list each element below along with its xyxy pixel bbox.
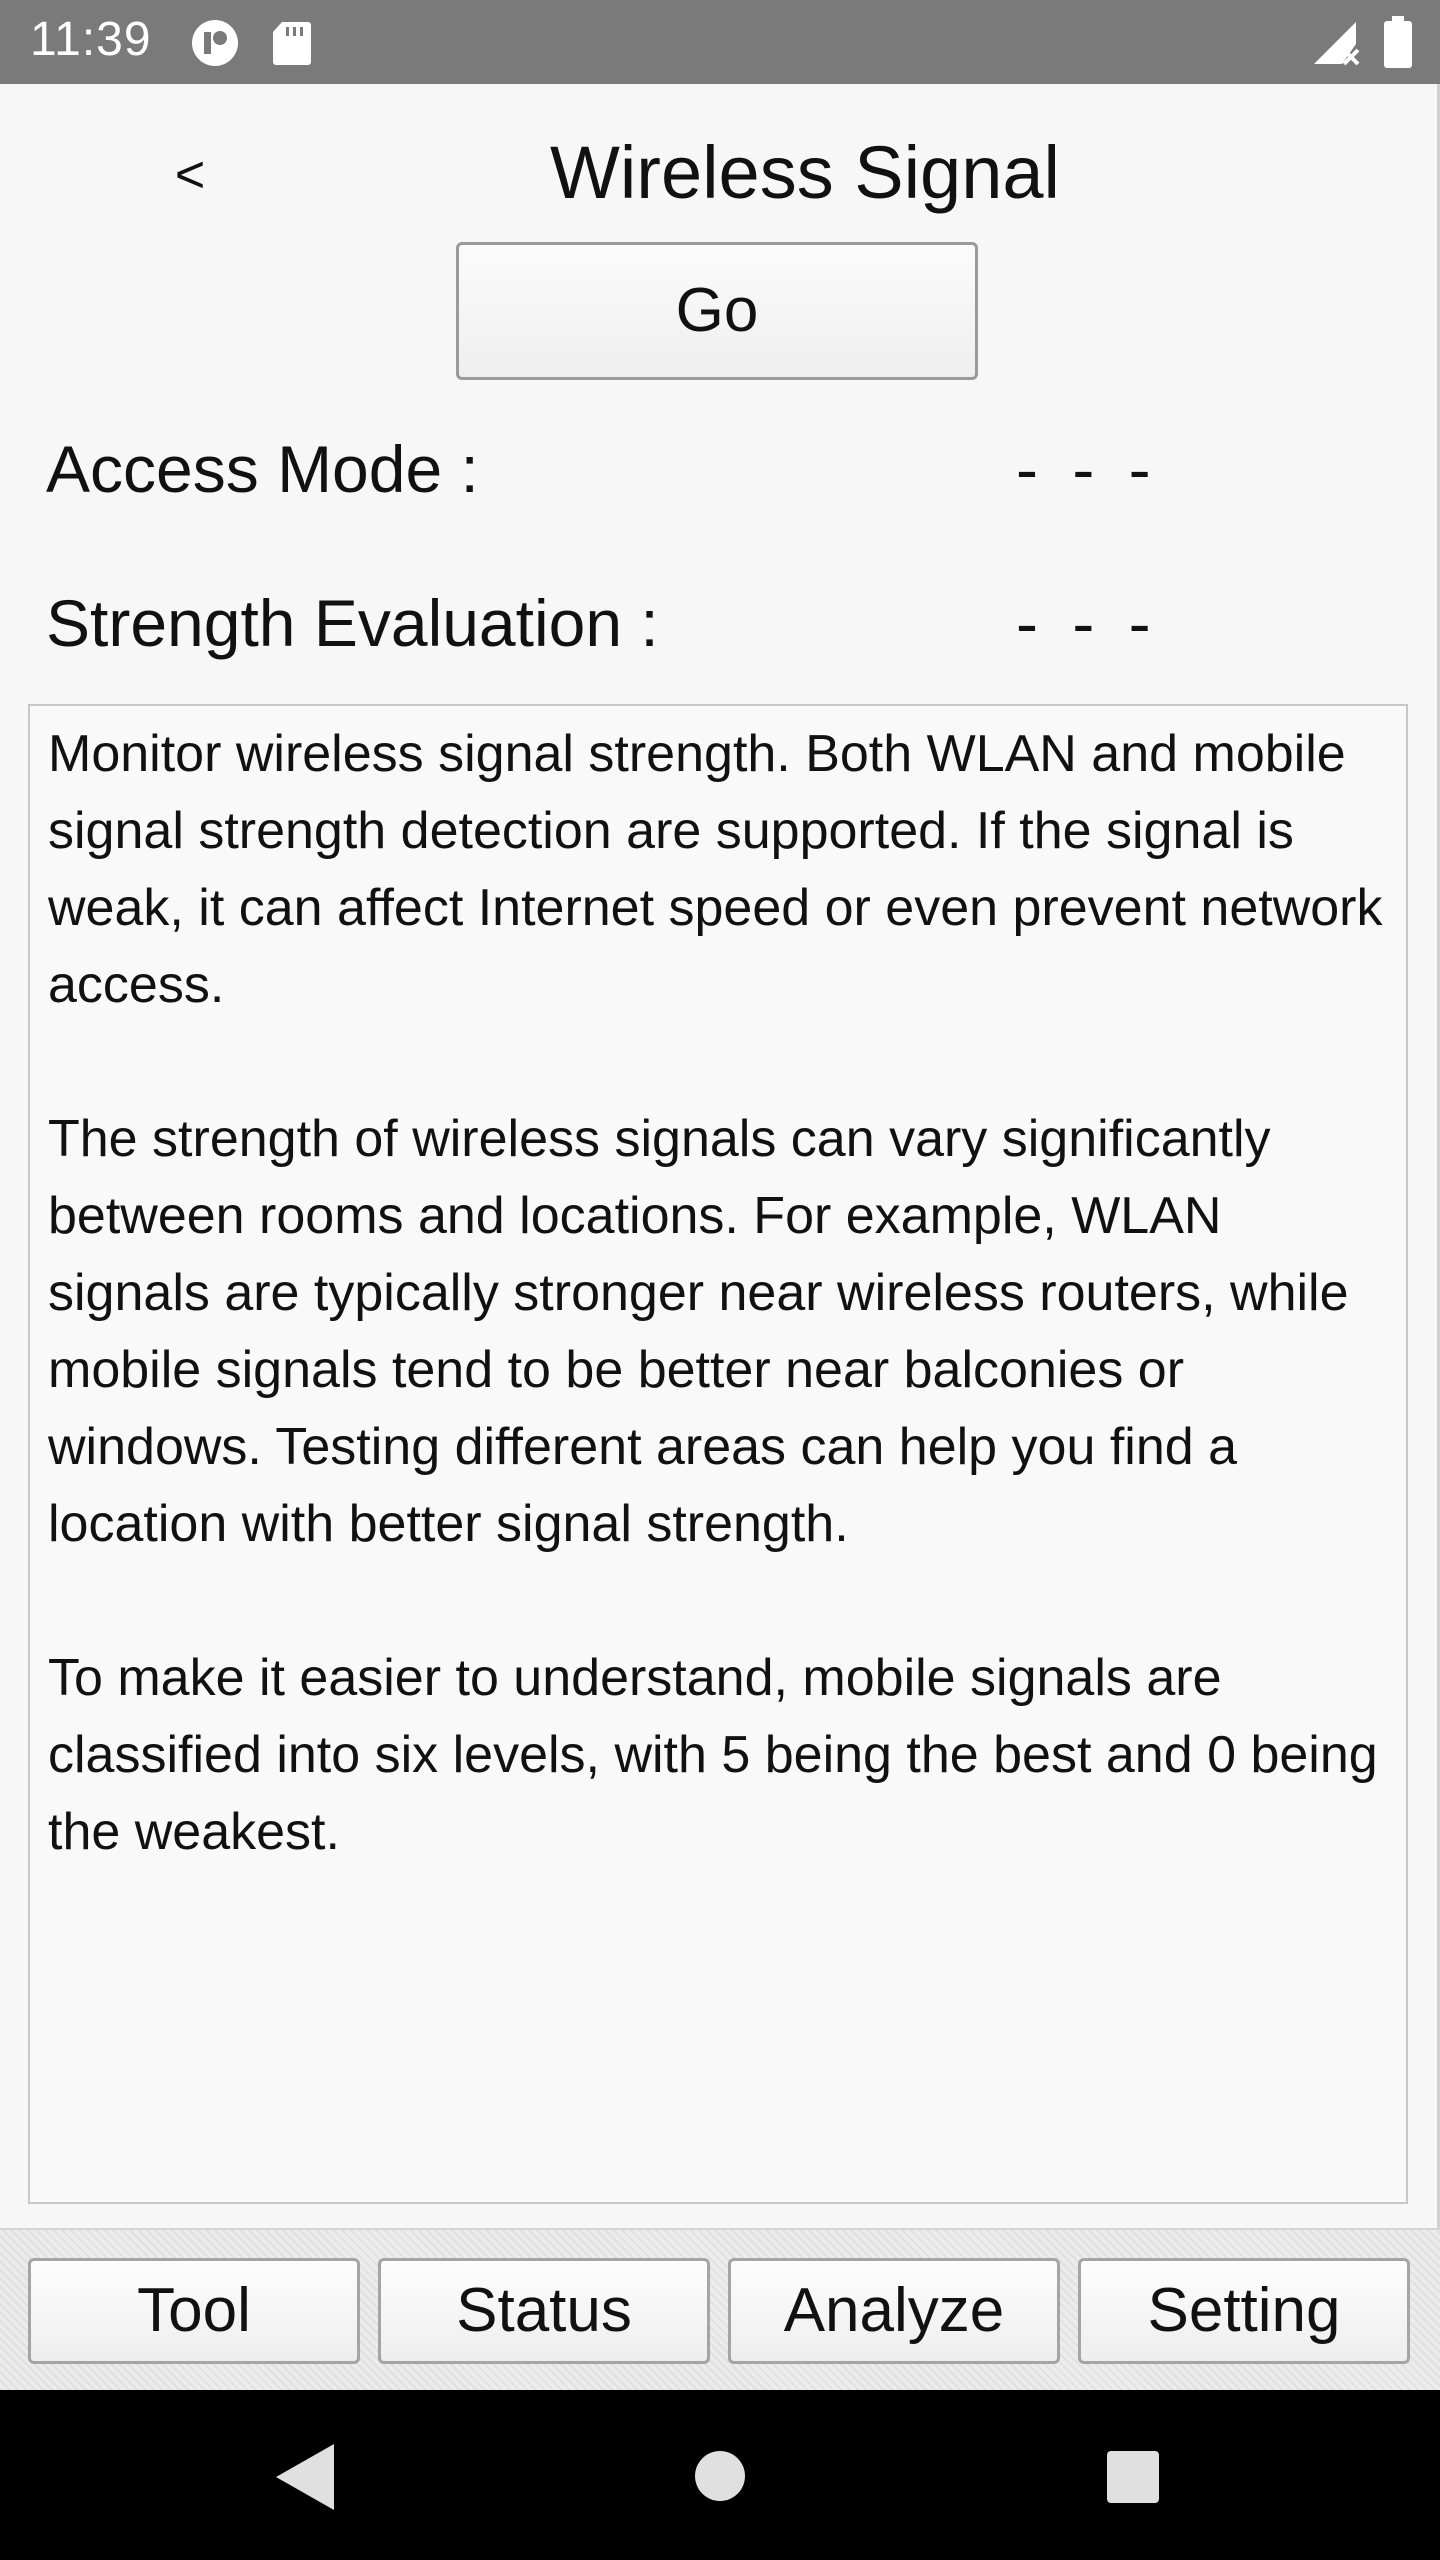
status-bar: 11:39 (0, 0, 1440, 84)
tab-analyze[interactable]: Analyze (728, 2258, 1060, 2364)
tab-tool[interactable]: Tool (28, 2258, 360, 2364)
battery-icon (1384, 16, 1412, 68)
description-box[interactable]: Monitor wireless signal strength. Both W… (28, 704, 1408, 2204)
bottom-tab-bar: Tool Status Analyze Setting (0, 2228, 1440, 2390)
strength-evaluation-value: - - - (1016, 586, 1159, 660)
nav-home-icon[interactable] (694, 2450, 746, 2502)
strength-evaluation-label: Strength Evaluation : (46, 586, 659, 660)
access-mode-label: Access Mode : (46, 432, 479, 506)
nav-recents-icon[interactable] (1106, 2450, 1160, 2504)
page-title: Wireless Signal (550, 131, 1060, 214)
description-paragraph-3: To make it easier to understand, mobile … (48, 1649, 1378, 1861)
description-paragraph-1: Monitor wireless signal strength. Both W… (48, 725, 1383, 1014)
system-nav-bar (0, 2390, 1440, 2560)
back-button[interactable]: < (160, 140, 220, 210)
tab-status[interactable]: Status (378, 2258, 710, 2364)
description-paragraph-2: The strength of wireless signals can var… (48, 1110, 1349, 1553)
sd-card-icon (273, 22, 311, 65)
status-time: 11:39 (30, 13, 152, 66)
signal-no-data-icon (1314, 22, 1360, 66)
go-button[interactable]: Go (456, 242, 978, 380)
main-content: < Wireless Signal Go Access Mode : - - -… (0, 84, 1440, 2228)
app-notification-icon (192, 20, 238, 66)
tab-setting[interactable]: Setting (1078, 2258, 1410, 2364)
access-mode-value: - - - (1016, 432, 1159, 506)
nav-back-icon[interactable] (272, 2442, 336, 2512)
